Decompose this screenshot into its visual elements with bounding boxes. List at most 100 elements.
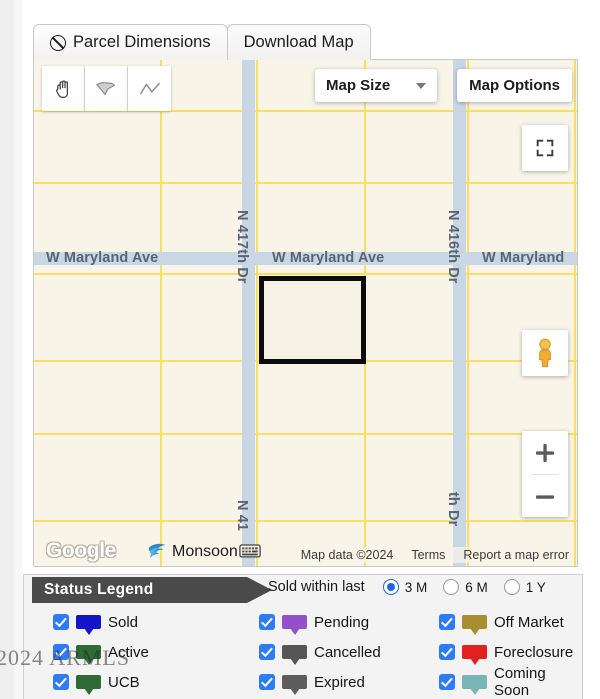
legend-label-coming-soon: Coming Soon — [494, 665, 546, 699]
road-label: th Dr — [445, 492, 461, 527]
sold-within-option-6m[interactable]: 6 M — [443, 579, 488, 595]
legend-label-sold: Sold — [108, 613, 139, 631]
sold-within-option-3m[interactable]: 3 M — [382, 579, 428, 595]
zoom-in-button[interactable] — [522, 431, 568, 474]
parcel-grid-line — [34, 520, 577, 522]
chevron-down-icon — [416, 82, 426, 89]
map-options-label: Map Options — [469, 77, 560, 94]
legend-label-foreclosure: Foreclosure — [494, 643, 574, 661]
tab-download-map-label: Download Map — [243, 33, 354, 51]
radio-3m[interactable] — [382, 579, 399, 595]
radio-6m[interactable] — [443, 579, 460, 595]
checkbox-coming-soon[interactable] — [439, 674, 455, 690]
radio-1y-label: 1 Y — [525, 579, 546, 595]
legend-item-ucb[interactable]: UCB — [53, 667, 259, 697]
legend-item-active[interactable]: Active — [53, 637, 259, 667]
map-canvas[interactable]: W Maryland Ave W Maryland Ave W Maryland… — [34, 60, 577, 566]
radio-3m-label: 3 M — [404, 579, 428, 595]
parcel-grid-line — [33, 59, 34, 567]
pin-swatch-expired — [282, 675, 307, 689]
checkbox-active[interactable] — [53, 644, 69, 660]
checkbox-foreclosure[interactable] — [439, 644, 455, 660]
monsoon-logo: Monsoon — [147, 542, 238, 561]
parcel-grid-line — [467, 60, 469, 566]
monsoon-swoosh-icon — [148, 543, 166, 559]
road-n-417th-dr — [242, 60, 255, 566]
pin-swatch-cancelled — [282, 645, 307, 659]
pan-hand-tool[interactable] — [42, 66, 85, 111]
legend-item-coming-soon[interactable]: Coming Soon — [439, 665, 582, 699]
checkbox-pending[interactable] — [259, 614, 275, 630]
prohibited-icon — [50, 34, 66, 51]
checkbox-ucb[interactable] — [53, 674, 69, 690]
road-label: N 417th Dr — [234, 210, 250, 284]
checkbox-cancelled[interactable] — [259, 644, 275, 660]
map-panel[interactable]: W Maryland Ave W Maryland Ave W Maryland… — [33, 59, 578, 567]
map-data-copyright: Map data ©2024 — [300, 548, 394, 562]
pin-swatch-sold — [76, 615, 101, 629]
legend-label-active: Active — [108, 643, 149, 661]
tab-download-map[interactable]: Download Map — [226, 24, 371, 60]
tab-parcel-dimensions-label: Parcel Dimensions — [73, 33, 211, 51]
pin-swatch-pending — [282, 615, 307, 629]
legend-item-sold[interactable]: Sold — [53, 607, 259, 637]
legend-item-expired[interactable]: Expired — [259, 667, 439, 697]
road-label: W Maryland Ave — [272, 250, 385, 266]
road-label: W Maryland — [482, 250, 565, 266]
map-options-button[interactable]: Map Options — [457, 69, 572, 102]
line-tool[interactable] — [128, 66, 171, 111]
map-draw-tools — [42, 66, 171, 111]
google-logo: Google — [46, 539, 116, 562]
map-attribution: Map data ©2024 Terms Report a map error — [298, 547, 571, 563]
checkbox-expired[interactable] — [259, 674, 275, 690]
legend-label-expired: Expired — [314, 673, 365, 691]
pin-swatch-coming-soon — [462, 675, 487, 689]
map-size-dropdown[interactable]: Map Size — [315, 69, 437, 102]
radio-1y[interactable] — [503, 579, 520, 595]
legend-item-pending[interactable]: Pending — [259, 607, 439, 637]
zoom-out-button[interactable] — [522, 475, 568, 518]
map-tabbar: Parcel Dimensions Download Map — [33, 24, 371, 60]
status-legend-header: Status Legend Sold within last 3 M 6 M 1… — [24, 575, 582, 605]
radio-6m-label: 6 M — [465, 579, 488, 595]
parcel-grid-line — [256, 60, 258, 566]
fullscreen-button[interactable] — [522, 125, 568, 171]
sold-within-radio-group: 3 M 6 M 1 Y — [382, 579, 546, 595]
legend-label-ucb: UCB — [108, 673, 140, 691]
pegman-icon — [539, 338, 551, 368]
pin-swatch-ucb — [76, 675, 101, 689]
pin-swatch-active — [76, 645, 101, 659]
legend-item-cancelled[interactable]: Cancelled — [259, 637, 439, 667]
status-legend-title-banner: Status Legend — [32, 577, 272, 603]
map-size-label: Map Size — [326, 77, 391, 94]
parcel-grid-line — [34, 273, 577, 275]
tab-parcel-dimensions[interactable]: Parcel Dimensions — [33, 24, 228, 60]
polygon-tool[interactable] — [85, 66, 128, 111]
status-legend-items: Sold Pending Off Market Active Cancelled… — [24, 607, 582, 699]
legend-label-pending: Pending — [314, 613, 370, 631]
parcel-grid-line — [34, 433, 577, 435]
road-label: N 416th Dr — [445, 210, 461, 284]
road-label: W Maryland Ave — [46, 250, 159, 266]
legend-label-off-market: Off Market — [494, 613, 564, 631]
zoom-controls — [522, 431, 568, 517]
checkbox-off-market[interactable] — [439, 614, 455, 630]
monsoon-logo-label: Monsoon — [172, 542, 238, 560]
parcel-grid-line — [34, 182, 577, 184]
report-map-error-link[interactable]: Report a map error — [463, 548, 569, 562]
terms-link[interactable]: Terms — [411, 548, 445, 562]
checkbox-sold[interactable] — [53, 614, 69, 630]
subject-parcel-outline[interactable] — [259, 276, 366, 364]
sold-within-last-control: Sold within last 3 M 6 M 1 Y — [268, 579, 546, 595]
legend-item-off-market[interactable]: Off Market — [439, 607, 582, 637]
sold-within-last-label: Sold within last — [268, 579, 365, 595]
page-left-gutter-inner — [14, 0, 22, 699]
page-left-gutter — [0, 0, 22, 699]
pin-swatch-off-market — [462, 615, 487, 629]
pin-swatch-foreclosure — [462, 645, 487, 659]
sold-within-option-1y[interactable]: 1 Y — [503, 579, 546, 595]
keyboard-shortcuts-icon[interactable] — [239, 542, 261, 564]
plus-icon — [536, 443, 554, 462]
pegman-street-view-control[interactable] — [522, 330, 568, 376]
legend-item-foreclosure[interactable]: Foreclosure — [439, 637, 582, 667]
